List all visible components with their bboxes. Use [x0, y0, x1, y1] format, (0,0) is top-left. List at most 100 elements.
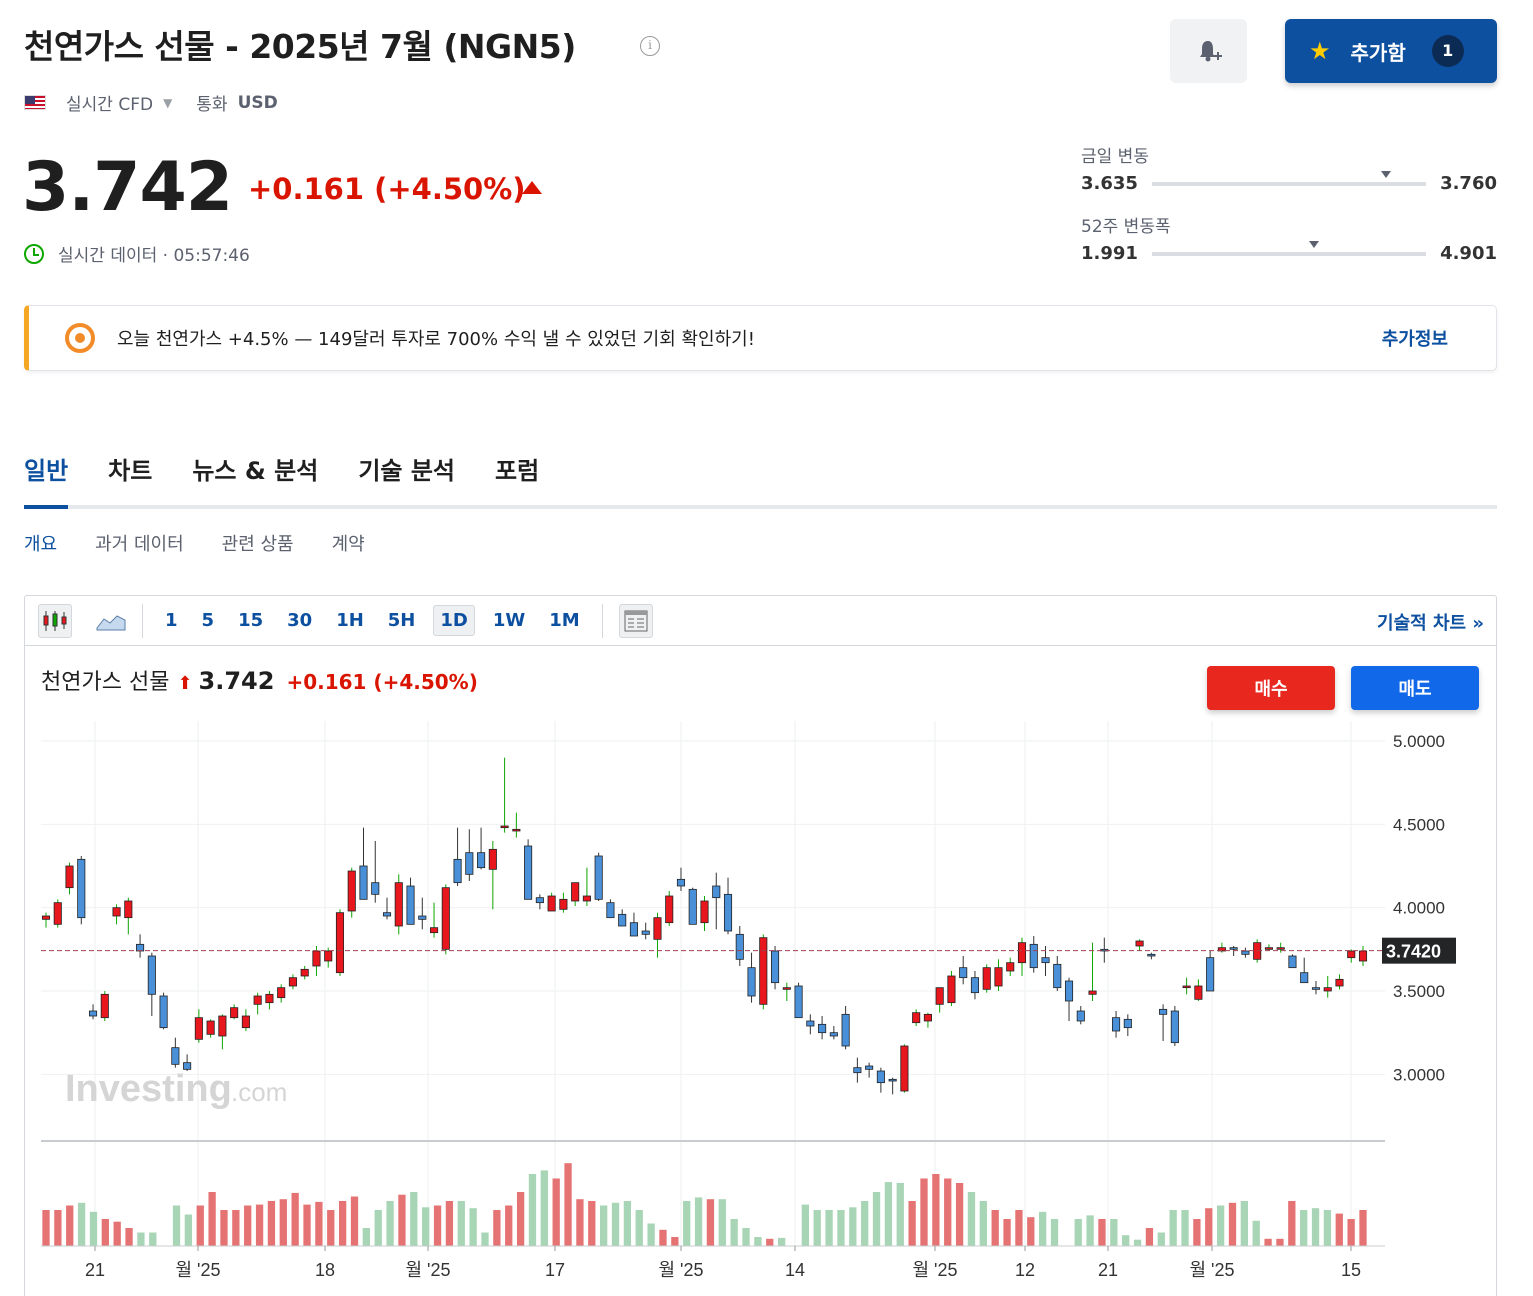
tab-overview[interactable]: 일반 — [24, 445, 69, 509]
week52-range-marker — [1308, 240, 1319, 248]
candle-body — [1335, 978, 1344, 987]
candle-body — [747, 967, 756, 997]
last-price: 3.742 — [22, 148, 233, 227]
volume-bar — [1311, 1208, 1320, 1246]
target-icon — [65, 323, 95, 353]
volume-bar — [908, 1201, 916, 1246]
watchlist-label: 추가함 — [1350, 40, 1406, 65]
main-tabs: 일반 차트 뉴스 & 분석 기술 분석 포럼 — [24, 445, 1497, 509]
price-change: +0.161 (+4.50%) — [248, 172, 526, 206]
candle-body — [618, 913, 627, 927]
candle-body — [782, 987, 791, 990]
watchlist-count-badge: 1 — [1431, 35, 1464, 67]
volume-bar — [1205, 1208, 1213, 1246]
volume-bar — [1050, 1219, 1059, 1246]
tab-chart[interactable]: 차트 — [108, 445, 152, 505]
chevron-down-icon[interactable]: ▼ — [163, 96, 172, 110]
volume-bar — [718, 1199, 726, 1246]
volume-bar — [1027, 1217, 1035, 1246]
candle-body — [723, 893, 733, 932]
realtime-label: 실시간 데이터 · 05:57:46 — [58, 246, 250, 266]
y-tick-label: 5.0000 — [1393, 732, 1445, 751]
x-tick-label: 18 — [315, 1260, 335, 1280]
y-tick-label: 3.0000 — [1393, 1065, 1445, 1084]
candle-body — [1041, 957, 1050, 964]
volume-bar — [89, 1211, 98, 1246]
candle-body — [288, 977, 297, 987]
star-icon: ★ — [1309, 37, 1331, 65]
day-range-marker — [1381, 170, 1392, 178]
x-tick-label: 월 '25 — [175, 1260, 220, 1280]
volume-bar — [1228, 1202, 1237, 1246]
volume-bar — [315, 1201, 323, 1246]
candle-body — [1323, 987, 1332, 992]
tab-news-analysis[interactable]: 뉴스 & 분석 — [192, 445, 318, 505]
volume-bar — [54, 1210, 62, 1246]
candle-body — [1017, 942, 1027, 964]
volume-bar — [516, 1192, 525, 1246]
volume-bar — [730, 1219, 738, 1246]
volume-bar — [1110, 1219, 1118, 1246]
volume-bar — [1133, 1239, 1142, 1246]
volume-bar — [338, 1201, 347, 1246]
volume-bar — [232, 1210, 240, 1246]
candle-body — [512, 828, 521, 832]
volume-bar — [1181, 1210, 1189, 1246]
candle-body — [676, 878, 686, 887]
add-to-watchlist-button[interactable]: ★ 추가함 1 — [1285, 19, 1497, 83]
data-source-dropdown[interactable]: 실시간 CFD — [66, 90, 153, 115]
y-tick-label: 4.0000 — [1393, 899, 1445, 918]
info-icon[interactable]: i — [640, 36, 660, 56]
volume-bar — [1359, 1210, 1367, 1246]
candle-body — [700, 900, 709, 924]
x-tick-label: 21 — [1098, 1260, 1118, 1280]
volume-bar — [944, 1178, 952, 1246]
candle-body — [382, 912, 392, 917]
candle-body — [335, 912, 345, 974]
volume-bar — [564, 1163, 572, 1246]
day-range-bar — [1151, 170, 1427, 186]
promo-more-link[interactable]: 추가정보 — [1382, 325, 1448, 351]
price-chart[interactable]: 5.0000 4.5000 4.0000 3.5000 3.0000 Investing.… — [25, 596, 1496, 1296]
candle-body — [1170, 1010, 1179, 1044]
tab-forum[interactable]: 포럼 — [495, 445, 539, 505]
subtab-contracts[interactable]: 계약 — [332, 530, 365, 556]
subtab-historical[interactable]: 과거 데이터 — [95, 530, 184, 556]
candle-body — [1123, 1018, 1132, 1029]
candle-body — [88, 1010, 98, 1017]
candle-body — [394, 882, 403, 927]
volume-bar — [979, 1201, 987, 1246]
volume-bar — [1015, 1210, 1023, 1246]
candle-body — [347, 870, 356, 912]
candle-body — [900, 1045, 909, 1092]
week52-range-label: 52주 변동폭 — [1081, 217, 1171, 237]
tab-technical[interactable]: 기술 분석 — [358, 445, 455, 505]
y-tick-label: 4.5000 — [1393, 815, 1445, 834]
candle-body — [230, 1007, 239, 1019]
subtab-related[interactable]: 관련 상품 — [222, 530, 294, 556]
volume-bar — [884, 1182, 893, 1246]
subtab-summary[interactable]: 개요 — [24, 530, 57, 556]
volume-bar — [754, 1237, 762, 1246]
candle-body — [453, 858, 462, 884]
candle-body — [1347, 950, 1356, 959]
candle-body — [41, 915, 51, 920]
sub-tabs: 개요 과거 데이터 관련 상품 계약 — [24, 530, 403, 556]
watermark-suffix: .com — [231, 1077, 287, 1107]
create-alert-button[interactable] — [1170, 19, 1247, 83]
candle-body — [488, 848, 497, 870]
volume-bar — [196, 1205, 204, 1246]
y-tick-label: 3.5000 — [1393, 982, 1445, 1001]
candle-body — [1076, 1010, 1085, 1022]
volume-bar — [1074, 1219, 1082, 1246]
candle-body — [771, 950, 780, 984]
volume-bar — [267, 1201, 276, 1246]
week52-range-bar — [1151, 240, 1427, 256]
currency-value: USD — [237, 92, 278, 113]
volume-bar — [422, 1207, 430, 1246]
candle-body — [629, 922, 638, 937]
volume-bar — [244, 1205, 252, 1246]
volume-bar — [113, 1221, 121, 1246]
volume-bar — [706, 1199, 715, 1246]
candle-body — [441, 887, 450, 950]
